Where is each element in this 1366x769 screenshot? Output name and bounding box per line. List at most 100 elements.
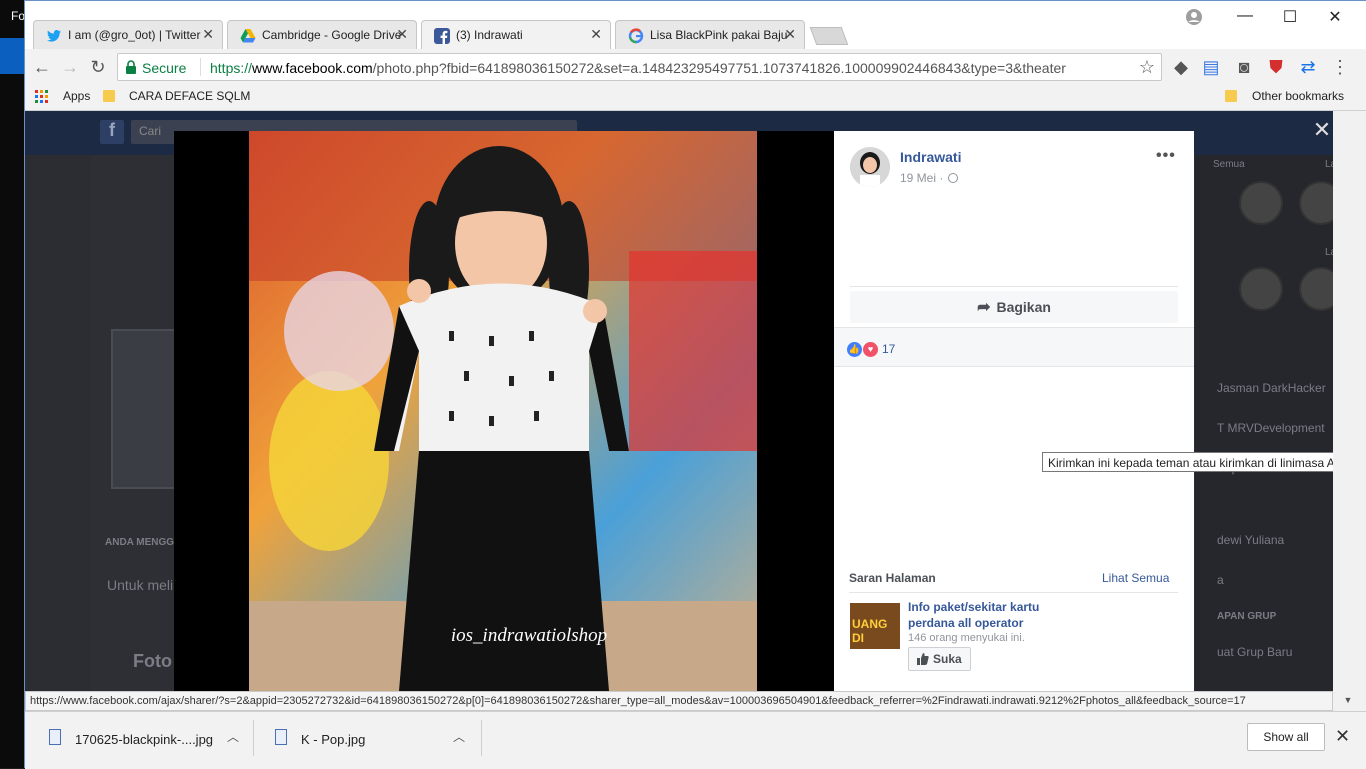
- address-bar[interactable]: Secure https://www.facebook.com/photo.ph…: [117, 53, 1162, 81]
- address-divider: [200, 58, 201, 76]
- author-avatar[interactable]: [850, 147, 890, 187]
- profile-icon[interactable]: [1182, 5, 1206, 29]
- menu-icon[interactable]: ⋮: [1327, 55, 1353, 79]
- date-separator: ·: [939, 171, 944, 185]
- chevron-up-icon[interactable]: ︿: [227, 728, 239, 745]
- background-text: Untuk meli: [107, 577, 174, 593]
- background-avatar: [1239, 267, 1283, 311]
- background-text: ANDA MENGG: [105, 537, 175, 548]
- star-bookmark-icon[interactable]: ☆: [1139, 57, 1155, 78]
- download-filename: K - Pop.jpg: [301, 732, 366, 747]
- thumbnail-text: UANG DI: [852, 617, 888, 645]
- window-close-button[interactable]: ✕: [1321, 7, 1349, 27]
- tab-google-search[interactable]: Lisa BlackPink pakai Baju ✕: [615, 20, 805, 49]
- show-all-downloads-button[interactable]: Show all: [1247, 723, 1325, 751]
- see-all-link[interactable]: Lihat Semua: [1102, 571, 1169, 585]
- back-button[interactable]: ←: [29, 55, 55, 79]
- google-icon: [628, 28, 644, 44]
- folder-icon: [1225, 90, 1237, 102]
- background-text: T MRVDevelopment: [1217, 421, 1325, 435]
- page-scrollbar[interactable]: [1333, 111, 1366, 711]
- photo-watermark: ios_indrawatiolshop: [451, 625, 607, 646]
- suggested-page-likes: 146 orang menyukai ini.: [908, 632, 1025, 644]
- tab-strip: I am (@gro_0ot) | Twitter ✕ Cambridge - …: [25, 1, 1366, 49]
- close-download-shelf-icon[interactable]: ✕: [1335, 726, 1350, 747]
- browser-window: I am (@gro_0ot) | Twitter ✕ Cambridge - …: [24, 0, 1366, 769]
- download-shelf: 170625-blackpink-....jpg ︿ K - Pop.jpg ︿…: [25, 711, 1366, 769]
- tab-close-icon[interactable]: ✕: [202, 26, 214, 43]
- desktop-tile[interactable]: [0, 38, 24, 74]
- like-reaction-icon[interactable]: 👍: [847, 342, 862, 357]
- shield-extension-icon[interactable]: ⛊: [1263, 55, 1289, 79]
- extension-translate-icon[interactable]: ▤: [1198, 55, 1224, 79]
- reaction-count[interactable]: 17: [882, 342, 895, 356]
- thumbs-up-icon: [917, 653, 929, 665]
- download-item[interactable]: K - Pop.jpg ︿: [275, 726, 465, 754]
- author-name[interactable]: Indrawati: [900, 149, 961, 165]
- tab-facebook[interactable]: (3) Indrawati ✕: [421, 20, 611, 49]
- folder-icon: [103, 90, 115, 102]
- reload-button[interactable]: ↻: [85, 55, 111, 79]
- more-options-icon[interactable]: •••: [1156, 147, 1176, 165]
- background-avatar: [1239, 181, 1283, 225]
- twitter-icon: [47, 30, 61, 42]
- sync-extension-icon[interactable]: ⇄: [1295, 55, 1321, 79]
- minimize-button[interactable]: —: [1231, 7, 1259, 27]
- maximize-button[interactable]: ☐: [1276, 7, 1304, 27]
- download-filename: 170625-blackpink-....jpg: [75, 732, 214, 747]
- url-path: /photo.php?fbid=641898036150272&set=a.14…: [372, 60, 1066, 76]
- desktop-background: Fo: [0, 0, 26, 768]
- chevron-up-icon[interactable]: ︿: [453, 728, 465, 745]
- share-button[interactable]: ➦ Bagikan: [850, 291, 1178, 323]
- tab-close-icon[interactable]: ✕: [590, 26, 602, 43]
- like-button-label: Suka: [933, 652, 962, 666]
- tab-title: I am (@gro_0ot) | Twitter: [68, 28, 201, 42]
- suggestions-title: Saran Halaman: [849, 571, 936, 585]
- post-photo[interactable]: ios_indrawatiolshop: [249, 131, 757, 691]
- bookmarks-bar: Apps CARA DEFACE SQLM Other bookmarks: [25, 85, 1366, 111]
- suggested-page-thumbnail[interactable]: UANG DI: [850, 603, 900, 649]
- reactions-bar: 👍 ♥ 17: [834, 327, 1194, 367]
- desktop-label: Fo: [11, 9, 26, 23]
- tab-twitter[interactable]: I am (@gro_0ot) | Twitter ✕: [33, 20, 223, 49]
- status-url-bubble: https://www.facebook.com/ajax/sharer/?s=…: [25, 691, 1333, 711]
- browser-toolbar: ← → ↻ Secure https://www.facebook.com/ph…: [25, 49, 1366, 85]
- extension-cube-icon[interactable]: ◆: [1168, 55, 1194, 79]
- secure-label: Secure: [142, 60, 187, 76]
- url-text: https://www.facebook.com/photo.php?fbid=…: [210, 60, 1066, 76]
- tab-title: Lisa BlackPink pakai Baju: [650, 28, 788, 42]
- tab-close-icon[interactable]: ✕: [784, 26, 796, 43]
- facebook-logo-icon[interactable]: f: [100, 120, 124, 144]
- camera-extension-icon[interactable]: ◙: [1231, 55, 1257, 79]
- post-date-text: 19 Mei: [900, 171, 937, 185]
- divider: [850, 286, 1178, 287]
- tab-title: Cambridge - Google Drive: [262, 28, 402, 42]
- new-tab-button[interactable]: [809, 27, 849, 45]
- background-text: APAN GRUP: [1217, 611, 1277, 622]
- divider: [849, 592, 1178, 593]
- post-date[interactable]: 19 Mei ·: [900, 171, 943, 185]
- lock-icon: [126, 60, 136, 74]
- post-panel: Indrawati 19 Mei · ••• ➦ Bagikan 👍 ♥ 17 S…: [834, 131, 1194, 691]
- page-viewport: f Cari ANDA MENGG Untuk meli Foto Semua …: [25, 111, 1366, 691]
- divider: [481, 720, 482, 756]
- forward-button[interactable]: →: [57, 55, 83, 79]
- facebook-icon: [434, 28, 450, 44]
- share-tooltip: Kirimkan ini kepada teman atau kirimkan …: [1042, 452, 1364, 472]
- download-item[interactable]: 170625-blackpink-....jpg ︿: [49, 726, 239, 754]
- like-page-button[interactable]: Suka: [908, 647, 971, 671]
- image-file-icon: [49, 729, 61, 745]
- share-arrow-icon: ➦: [977, 299, 991, 316]
- other-bookmarks[interactable]: Other bookmarks: [1252, 89, 1344, 103]
- love-reaction-icon[interactable]: ♥: [863, 342, 878, 357]
- google-drive-icon: [240, 29, 256, 43]
- bookmark-item[interactable]: CARA DEFACE SQLM: [129, 89, 250, 103]
- suggested-page-name[interactable]: Info paket/sekitar kartu perdana all ope…: [908, 599, 1088, 631]
- tab-google-drive[interactable]: Cambridge - Google Drive ✕: [227, 20, 417, 49]
- scroll-down-arrow-icon[interactable]: ▼: [1341, 695, 1355, 709]
- apps-bookmark[interactable]: Apps: [63, 89, 90, 103]
- close-theater-icon[interactable]: ✕: [1311, 119, 1333, 141]
- tab-close-icon[interactable]: ✕: [396, 26, 408, 43]
- divider: [253, 720, 254, 756]
- background-text: Jasman DarkHacker: [1217, 381, 1326, 395]
